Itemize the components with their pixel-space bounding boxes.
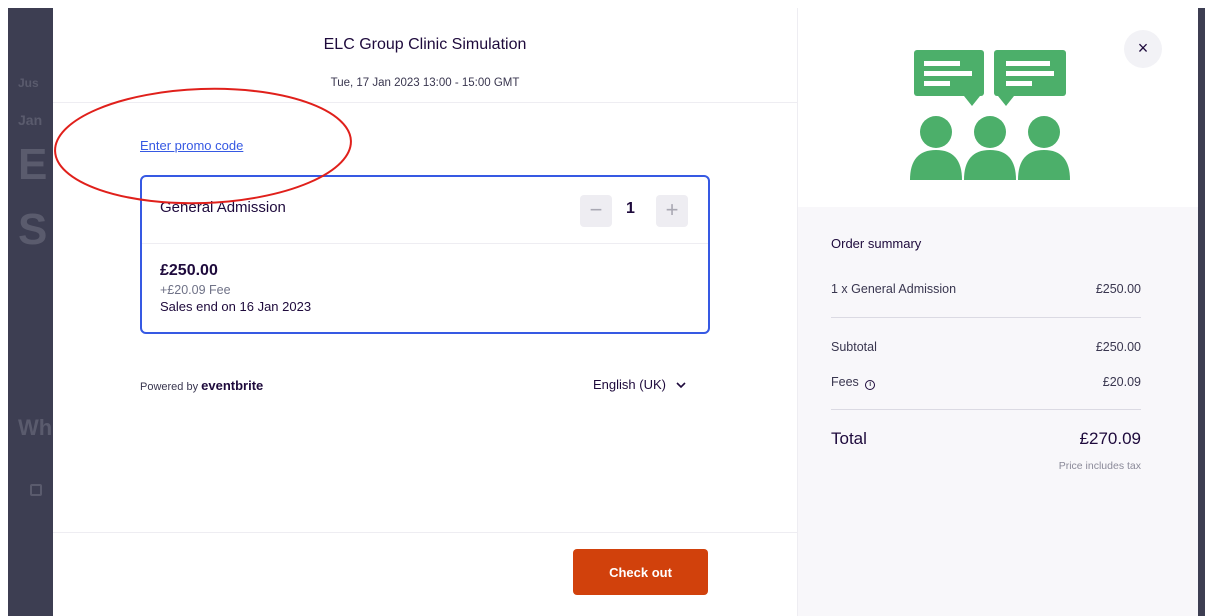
- subtotal-value: £250.00: [1095, 340, 1141, 354]
- background-text: Jus: [18, 76, 39, 90]
- total-row: Total £270.09: [831, 429, 1141, 449]
- increase-quantity-button[interactable]: +: [656, 195, 688, 227]
- chevron-down-icon: [676, 378, 686, 392]
- checkout-modal: ELC Group Clinic Simulation Tue, 17 Jan …: [53, 8, 1198, 616]
- promo-code-link[interactable]: Enter promo code: [140, 138, 243, 153]
- tax-note: Price includes tax: [1058, 460, 1141, 472]
- ticket-price: £250.00: [160, 262, 218, 279]
- event-date: Tue, 17 Jan 2023 13:00 - 15:00 GMT: [330, 77, 520, 89]
- language-label: English (UK): [593, 377, 666, 392]
- background-text: Wh: [18, 415, 53, 440]
- ticket-card: General Admission − 1 + £250.00 +£20.09 …: [140, 175, 710, 334]
- sales-end-text: Sales end on 16 Jan 2023: [160, 299, 312, 314]
- background-text: Jan: [18, 112, 43, 128]
- fees-label: Fees: [831, 375, 859, 389]
- close-icon: ×: [1137, 38, 1149, 58]
- footer-divider: [53, 532, 797, 533]
- total-value: £270.09: [1079, 429, 1141, 448]
- fees-row: Fees i £20.09: [831, 375, 1141, 390]
- summary-divider: [831, 317, 1141, 318]
- decrease-quantity-button[interactable]: −: [580, 195, 612, 227]
- summary-divider: [831, 409, 1141, 410]
- ticket-name: General Admission: [160, 199, 286, 216]
- powered-by: Powered by eventbrite: [140, 378, 263, 393]
- background-text: S: [18, 205, 48, 254]
- left-edge: [0, 0, 8, 616]
- ticket-quantity: 1: [626, 200, 635, 217]
- top-edge: [0, 0, 1205, 8]
- line-item-label: 1 x General Admission: [831, 282, 957, 296]
- ticket-selection-pane: ELC Group Clinic Simulation Tue, 17 Jan …: [53, 8, 797, 616]
- order-summary-pane: Order summary 1 x General Admission £250…: [797, 8, 1198, 616]
- event-title: ELC Group Clinic Simulation: [323, 36, 527, 53]
- subtotal-label: Subtotal: [831, 340, 877, 354]
- total-label: Total: [831, 429, 867, 448]
- background-calendar-icon: [30, 484, 42, 496]
- ticket-fee: +£20.09 Fee: [160, 283, 231, 297]
- powered-by-label: Powered by: [140, 381, 199, 393]
- line-item-row: 1 x General Admission £250.00: [831, 282, 1141, 296]
- close-button[interactable]: ×: [1124, 30, 1162, 68]
- fees-value: £20.09: [1102, 375, 1141, 389]
- language-select[interactable]: English (UK): [593, 377, 686, 392]
- checkout-button[interactable]: Check out: [573, 549, 708, 595]
- line-item-value: £250.00: [1095, 282, 1141, 296]
- background-text: E: [18, 140, 48, 189]
- eventbrite-logo[interactable]: eventbrite: [201, 378, 263, 393]
- group-discussion-icon: [910, 50, 1070, 180]
- subtotal-row: Subtotal £250.00: [831, 340, 1141, 354]
- info-icon[interactable]: i: [865, 380, 876, 390]
- ticket-divider: [142, 243, 708, 244]
- order-summary-title: Order summary: [831, 236, 922, 251]
- header-divider: [53, 102, 797, 103]
